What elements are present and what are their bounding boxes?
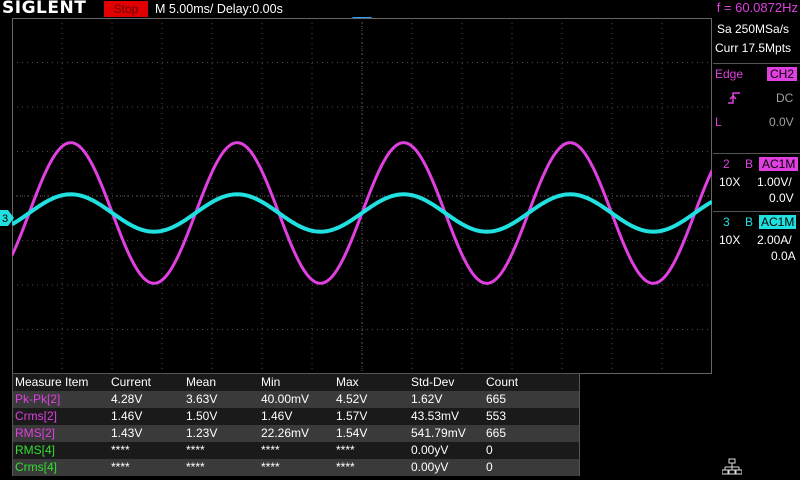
header-cell: Measure Item [15, 375, 89, 389]
measurement-row[interactable]: RMS[2] 1.43V 1.23V 22.26mV 1.54V 541.79mV 665 [13, 425, 579, 442]
trigger-coupling: DC [776, 91, 794, 105]
rising-edge-icon [728, 92, 740, 104]
measurement-value: **** [336, 443, 355, 457]
timebase-readout[interactable]: M 5.00ms/ Delay:0.00s [155, 2, 283, 16]
measurement-value: 1.46V [261, 409, 293, 423]
trigger-type: Edge [715, 67, 744, 81]
measurement-value: 3.63V [186, 392, 218, 406]
brand-logo: SIGLENT [2, 0, 87, 18]
measurement-value: 0 [486, 443, 493, 457]
sample-rate: Sa 250MSa/s [717, 22, 790, 36]
ch3-probe: 10X [719, 233, 741, 247]
ch2-coupling: AC1M [759, 157, 799, 171]
waveform-display[interactable] [12, 18, 712, 374]
measurement-value: 40.00mV [261, 392, 310, 406]
measurement-value: **** [261, 443, 280, 457]
measurement-row[interactable]: Pk-Pk[2] 4.28V 3.63V 40.00mV 4.52V 1.62V 665 [13, 391, 579, 408]
measurement-value: 4.52V [336, 392, 368, 406]
header-cell: Mean [186, 375, 217, 389]
trigger-info[interactable]: Edge CH2 DC L 0.0V [713, 63, 800, 152]
ch2-offset: 0.0V [769, 191, 794, 205]
measurement-value: 1.46V [111, 409, 143, 423]
measurement-value: 541.79mV [411, 426, 466, 440]
measurement-row[interactable]: RMS[4] **** **** **** **** 0.00yV 0 [13, 442, 579, 459]
measurement-value: 1.23V [186, 426, 218, 440]
header-cell: Std-Dev [411, 375, 455, 389]
measurement-value: 665 [486, 392, 507, 406]
graticule [12, 18, 712, 374]
measurement-item-label: RMS[4] [15, 443, 56, 457]
ch2-probe: 10X [719, 175, 741, 189]
measurement-value: 1.54V [336, 426, 368, 440]
frequency-counter: f = 60.0872Hz [716, 0, 798, 15]
trigger-source: CH2 [767, 67, 798, 81]
measurement-value: **** [261, 460, 280, 474]
measurement-value: **** [186, 443, 205, 457]
measurement-value: 1.43V [111, 426, 143, 440]
ch2-info[interactable]: 2 B AC1M 10X 1.00V/ 0.0V [713, 153, 800, 210]
header-cell: Current [111, 375, 152, 389]
measurement-value: **** [186, 460, 205, 474]
top-status-bar: SIGLENT Stop M 5.00ms/ Delay:0.00s f = 6… [0, 0, 800, 18]
measurement-value: 0.00yV [411, 443, 449, 457]
measurement-value: **** [336, 460, 355, 474]
measurement-value: 665 [486, 426, 507, 440]
ch3-scale: 2.00A/ [757, 233, 792, 247]
ch2-bandwidth-flag: B [745, 157, 754, 171]
measurement-header-row: Measure Item Current Mean Min Max Std-De… [13, 374, 579, 391]
measurement-value: 553 [486, 409, 507, 423]
measurement-value: 4.28V [111, 392, 143, 406]
measurement-table[interactable]: Measure Item Current Mean Min Max Std-De… [12, 373, 580, 476]
measurement-value: **** [111, 460, 130, 474]
network-icon [722, 458, 742, 475]
right-info-panel: Sa 250MSa/s Curr 17.5Mpts Edge CH2 DC L … [713, 18, 800, 468]
ch3-coupling: AC1M [759, 215, 797, 229]
ch3-offset: 0.0A [771, 249, 796, 263]
trigger-level-label: L [715, 115, 722, 129]
measurement-row[interactable]: Crms[4] **** **** **** **** 0.00yV 0 [13, 459, 579, 476]
ch2-scale: 1.00V/ [757, 175, 792, 189]
ch2-number: 2 [723, 157, 730, 171]
measurement-value: 0 [486, 460, 493, 474]
measurement-value: 0.00yV [411, 460, 449, 474]
measurement-item-label: Pk-Pk[2] [15, 392, 61, 406]
measurement-value: 1.50V [186, 409, 218, 423]
run-stop-indicator[interactable]: Stop [104, 1, 148, 17]
ch3-bandwidth-flag: B [745, 215, 754, 229]
measurement-value: **** [111, 443, 130, 457]
header-cell: Min [261, 375, 281, 389]
measurement-item-label: Crms[4] [15, 460, 57, 474]
measurement-value: 1.62V [411, 392, 443, 406]
trigger-level: 0.0V [769, 115, 794, 129]
svg-text:3: 3 [2, 213, 8, 225]
ch3-info[interactable]: 3 B AC1M 10X 2.00A/ 0.0A [713, 211, 800, 268]
measurement-value: 1.57V [336, 409, 368, 423]
header-cell: Max [336, 375, 359, 389]
measurement-row[interactable]: Crms[2] 1.46V 1.50V 1.46V 1.57V 43.53mV 553 [13, 408, 579, 425]
measurement-item-label: RMS[2] [15, 426, 56, 440]
header-cell: Count [486, 375, 519, 389]
memory-depth: Curr 17.5Mpts [715, 41, 792, 55]
ch3-offset-marker-icon[interactable]: 3 [0, 210, 14, 226]
measurement-value: 43.53mV [411, 409, 460, 423]
measurement-item-label: Crms[2] [15, 409, 57, 423]
acquisition-info[interactable]: Sa 250MSa/s Curr 17.5Mpts [713, 18, 800, 61]
measurement-value: 22.26mV [261, 426, 310, 440]
ch3-number: 3 [723, 215, 730, 229]
